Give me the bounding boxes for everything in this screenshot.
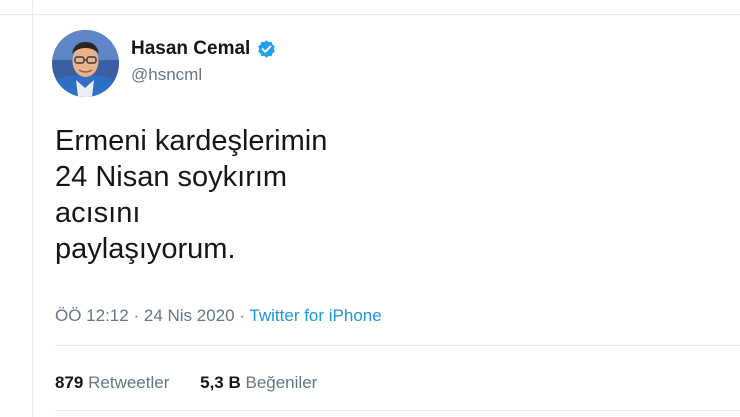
- tweet-line: 24 Nisan soykırım: [55, 161, 288, 193]
- avatar[interactable]: [52, 30, 119, 97]
- tweet-date[interactable]: 24 Nis 2020: [144, 306, 235, 325]
- likes-stat[interactable]: 5,3 B Beğeniler: [200, 373, 317, 392]
- tweet-source-link[interactable]: Twitter for iPhone: [249, 306, 381, 325]
- tweet-stats: 879 Retweetler 5,3 B Beğeniler: [55, 372, 317, 394]
- meta-separator: ·: [239, 306, 245, 325]
- meta-separator: ·: [133, 306, 140, 325]
- tweet-line: Ermeni kardeşlerimin: [55, 125, 328, 157]
- timeline-border: [32, 0, 33, 417]
- author-handle[interactable]: @hsncml: [131, 64, 202, 86]
- stats-divider: [55, 345, 740, 346]
- tweet-meta: ÖÖ 12:12 · 24 Nis 2020 · Twitter for iPh…: [55, 305, 382, 327]
- top-divider: [0, 14, 740, 15]
- tweet-text: Ermeni kardeşlerimin 24 Nisan soykırım a…: [55, 123, 655, 267]
- retweets-stat[interactable]: 879 Retweetler: [55, 373, 174, 392]
- likes-label: Beğeniler: [245, 373, 318, 392]
- tweet-time[interactable]: ÖÖ 12:12: [55, 306, 129, 325]
- retweets-count: 879: [55, 373, 84, 392]
- bottom-divider: [55, 410, 740, 411]
- likes-count: 5,3 B: [200, 373, 241, 392]
- author-display-name[interactable]: Hasan Cemal: [131, 37, 250, 61]
- tweet-line: paylaşıyorum.: [55, 233, 236, 265]
- profile-photo-icon: [52, 30, 119, 97]
- tweet-card: Hasan Cemal @hsncml Ermeni kardeşlerimin…: [0, 0, 740, 417]
- retweets-label: Retweetler: [88, 373, 170, 392]
- verified-badge-icon: [256, 39, 277, 60]
- author-name-row[interactable]: Hasan Cemal: [131, 37, 277, 61]
- tweet-line: acısını: [55, 197, 141, 229]
